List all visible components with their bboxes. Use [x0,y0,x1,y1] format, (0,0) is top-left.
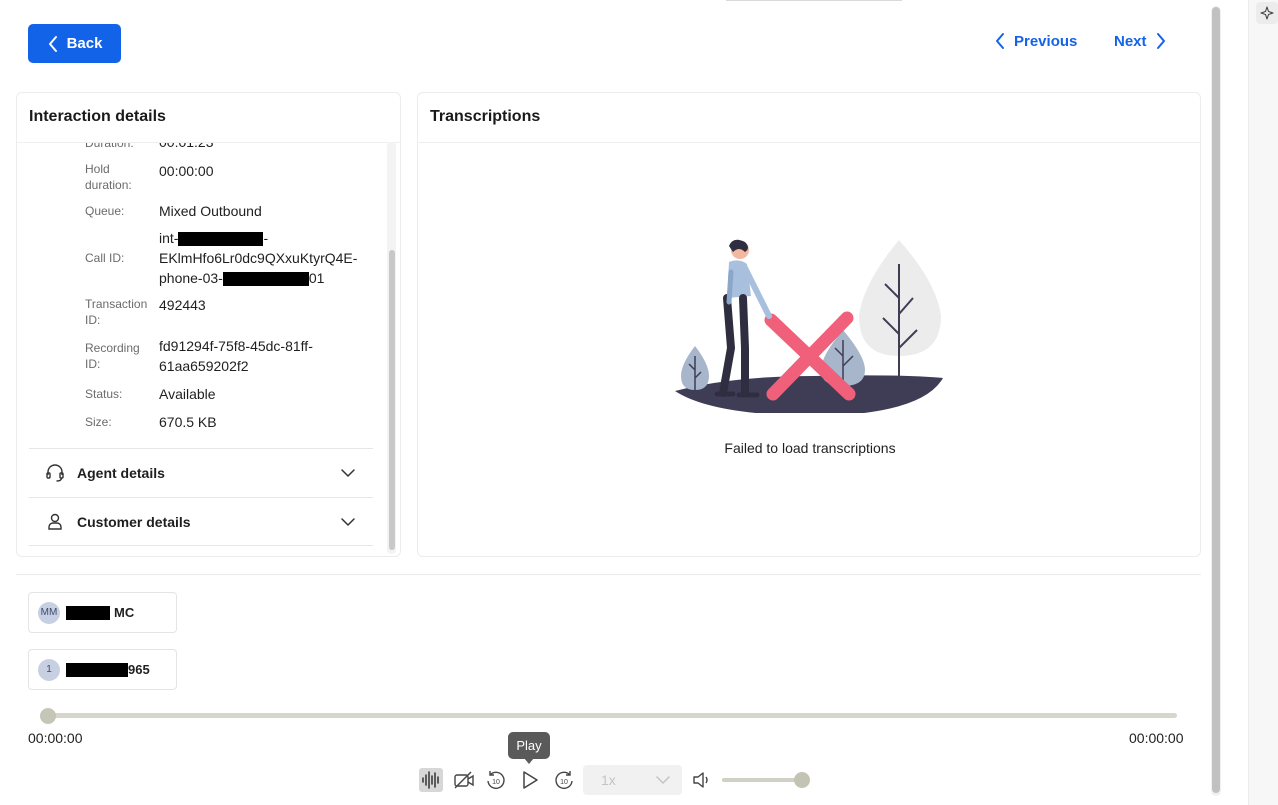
details-list[interactable]: Duration: 00:01:23 Hold duration: 00:00:… [17,143,387,556]
person-icon [48,513,62,530]
detail-label: Recording ID: [85,341,140,371]
detail-label: Call ID: [85,251,125,265]
waveform-toggle-button[interactable] [419,768,443,792]
forward-10-button[interactable]: 10 [552,768,576,792]
detail-value: 492443 [159,297,206,313]
detail-label: Status: [85,387,123,401]
customer-details-accordion[interactable]: Customer details [29,497,373,546]
detail-value: fd91294f-75f8-45dc-81ff-61aa659202f2 [159,338,313,374]
interaction-details-panel: Interaction details Duration: 00:01:23 H… [16,92,401,557]
video-off-button[interactable] [452,768,476,792]
playback-progress-bar[interactable] [48,713,1177,718]
top-tab-indicator [726,0,902,1]
detail-label: Transaction ID: [85,297,148,327]
headset-icon [46,464,64,482]
waveform-icon [422,771,439,789]
avatar: MM [38,601,60,624]
chevron-right-icon [1156,33,1165,49]
previous-button[interactable]: Previous [994,32,1077,50]
playback-speed-select[interactable]: 1x [583,765,682,795]
detail-value: Mixed Outbound [159,203,262,219]
recording-viewer: Back Previous Next Interaction details D… [0,0,1278,805]
call-id-line3-prefix: phone-03- [159,270,223,286]
chevron-down-icon [341,517,355,526]
transcriptions-title: Transcriptions [430,108,541,125]
assistant-button[interactable] [1256,2,1278,24]
avatar: 1 [38,658,60,681]
back-button[interactable]: Back [28,24,121,63]
panel-divider [418,142,1200,143]
redacted-block [222,272,309,287]
current-time: 00:00:00 [28,730,83,746]
play-button[interactable] [518,768,542,792]
detail-value-call-id: int- - EKlmHfo6Lr0dc9QXxuKtyrQ4E- phone-0… [159,228,374,288]
interaction-details-title: Interaction details [29,108,166,125]
participant-chip-customer[interactable]: 1 965 [28,649,177,690]
chevron-down-icon [341,469,355,477]
next-button[interactable]: Next [1114,32,1167,50]
total-time: 00:00:00 [1129,730,1184,746]
forward-10-icon: 10 [555,771,573,790]
next-label: Next [1114,32,1147,50]
detail-value: 00:01:23 [159,143,374,152]
detail-value: Available [159,386,216,402]
detail-label: Duration: [85,143,134,150]
section-divider [16,574,1201,575]
video-off-icon [454,771,474,789]
transcriptions-panel: Transcriptions Failed to load transcript… [417,92,1201,557]
playback-speed-value: 1x [601,772,616,788]
rewind-10-icon: 10 [487,771,505,790]
participant-name-suffix: 965 [128,662,150,677]
agent-details-label: Agent details [77,465,165,481]
details-scrollbar-thumb[interactable] [389,250,395,550]
participant-name-suffix: MC [114,605,135,620]
back-button-label: Back [66,35,103,52]
detail-label: Hold duration: [85,162,132,192]
agent-details-accordion[interactable]: Agent details [29,448,373,497]
page-scrollbar-thumb[interactable] [1212,7,1220,793]
detail-value: 00:00:00 [159,163,214,179]
call-id-dash: - [263,230,269,246]
customer-details-label: Customer details [77,513,191,530]
error-illustration [675,239,943,413]
empty-state-message: Failed to load transcriptions [724,440,896,456]
volume-icon [693,772,708,788]
sparkle-icon [1260,6,1274,20]
svg-text:10: 10 [560,779,568,786]
redacted-block [66,662,128,677]
side-panel-strip [1248,0,1278,805]
play-icon [523,771,538,789]
participant-name: 965 [66,662,150,677]
previous-label: Previous [1014,32,1078,50]
playback-progress-knob[interactable] [40,708,56,724]
redacted-block [178,232,264,247]
call-id-line2: EKlmHfo6Lr0dc9QXxuKtyrQ4E- [159,250,358,266]
chevron-left-icon [996,33,1004,49]
call-id-prefix: int- [159,230,179,246]
rewind-10-button[interactable]: 10 [484,768,508,792]
volume-slider-knob[interactable] [794,772,810,788]
detail-value: 670.5 KB [159,414,217,430]
volume-slider-track[interactable] [722,778,802,782]
play-tooltip: Play [508,732,550,764]
chevron-down-icon [656,776,670,784]
svg-text:10: 10 [492,779,500,786]
participant-chip-agent[interactable]: MM MC [28,592,177,633]
volume-button[interactable] [690,768,714,792]
redacted-block [66,605,110,620]
participant-name: MC [66,605,134,620]
detail-label: Size: [85,415,112,429]
call-id-line3-suffix: 01 [308,270,325,286]
chevron-left-icon [48,35,57,52]
detail-label: Queue: [85,204,125,218]
